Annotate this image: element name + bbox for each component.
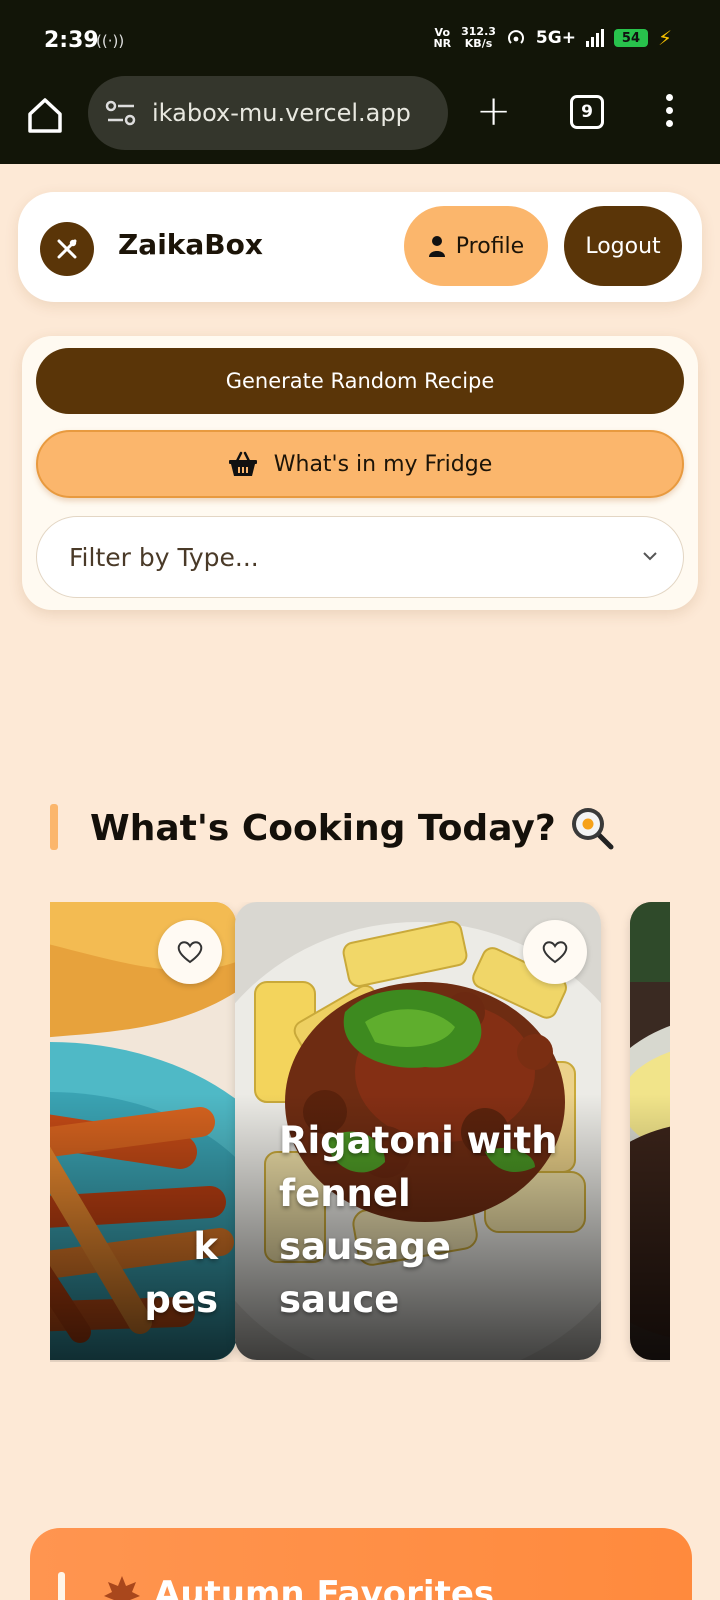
utensils-icon [57,239,77,259]
autumn-title: Autumn Favorites [102,1574,494,1600]
status-indicators: Vo NR 312.3 KB/s 5G+ 54 ⚡ [433,25,672,51]
recipe-carousel[interactable]: k pes Rigatoni with fennel sausage sauce [50,902,670,1362]
url-text: ikabox-mu.vercel.app [152,99,411,127]
chevron-down-icon [643,552,657,561]
hotspot-icon: ((·)) [96,32,125,50]
logo-icon[interactable] [40,222,94,276]
filter-by-type-select[interactable]: Filter by Type... [36,516,684,598]
site-settings-icon[interactable] [104,98,138,128]
frying-pan-egg-icon [571,808,614,850]
random-recipe-label: Generate Random Recipe [225,369,495,393]
action-panel: Generate Random Recipe What's in my Frid… [22,336,698,610]
signal-icon [585,29,604,47]
recipe-card[interactable]: k pes [50,902,236,1360]
recipe-title: Rigatoni with fennel sausage sauce [279,1119,558,1321]
section-accent-bar [50,804,58,850]
favorite-button[interactable] [158,920,222,984]
more-menu-icon[interactable] [666,94,673,127]
tab-switcher-button[interactable]: 9 [570,95,604,129]
section-title: What's Cooking Today? [90,806,614,850]
maple-leaf-icon [104,1576,140,1600]
logout-button[interactable]: Logout [564,206,682,286]
network-type: 5G+ [535,28,576,48]
filter-placeholder: Filter by Type... [69,542,259,572]
logout-label: Logout [585,233,661,259]
recipe-card[interactable]: Rigatoni with fennel sausage sauce [235,902,601,1360]
whats-in-my-fridge-button[interactable]: What's in my Fridge [36,430,684,498]
home-icon[interactable] [24,94,66,136]
profile-button[interactable]: Profile [404,206,548,286]
new-tab-icon[interactable]: + [476,90,511,132]
fridge-label: What's in my Fridge [273,451,493,477]
app-title[interactable]: ZaikaBox [118,228,263,261]
status-time: 2:39 [44,28,99,53]
app-header: ZaikaBox Profile Logout [18,192,702,302]
recipe-title: k pes [144,1225,218,1321]
status-bar: 2:39 ((·)) Vo NR 312.3 KB/s 5G+ 54 ⚡ [0,0,720,76]
charging-icon: ⚡ [657,26,672,50]
generate-random-recipe-button[interactable]: Generate Random Recipe [36,348,684,414]
battery-icon: 54 [613,29,648,47]
recipe-card[interactable] [630,902,670,1360]
favorite-button[interactable] [523,920,587,984]
autumn-favorites-section: Autumn Favorites [30,1528,692,1600]
profile-label: Profile [455,233,525,259]
wifi-hotspot-icon [508,30,524,44]
address-bar[interactable]: ikabox-mu.vercel.app [88,76,448,150]
volte-indicator: Vo NR [433,26,452,50]
user-icon [428,236,445,257]
card-gradient [630,1094,670,1360]
network-speed: 312.3 KB/s [461,25,496,50]
heart-icon [542,941,568,964]
section-title-text: What's Cooking Today? [90,807,556,849]
section-accent-bar [58,1572,65,1600]
autumn-title-text: Autumn Favorites [154,1574,495,1600]
basket-icon [228,451,257,476]
browser-toolbar: ikabox-mu.vercel.app + 9 [0,76,720,164]
heart-icon [177,941,203,964]
